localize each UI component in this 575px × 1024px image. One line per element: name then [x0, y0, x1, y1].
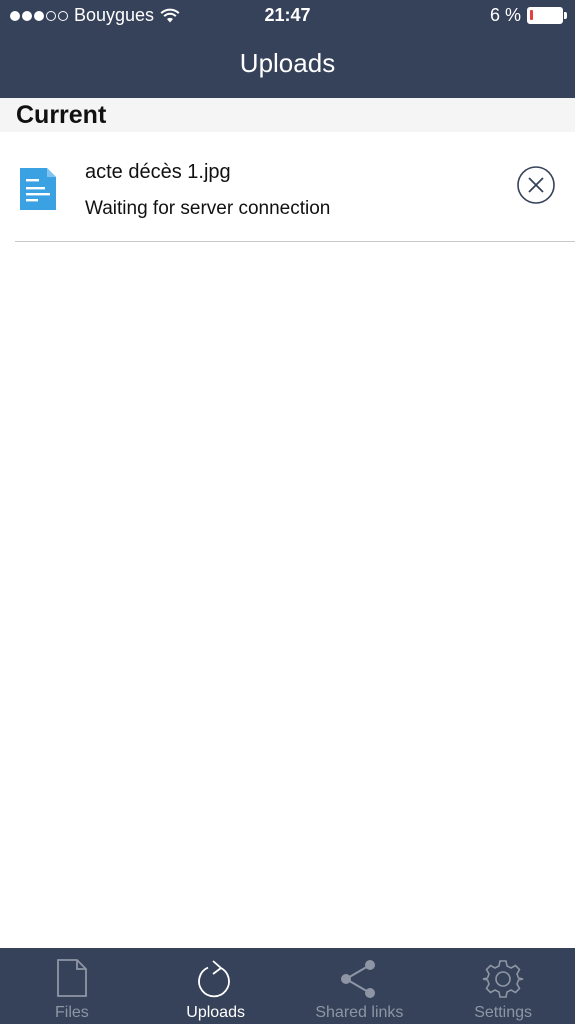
- section-title: Current: [16, 101, 107, 129]
- upload-filename: acte décès 1.jpg: [85, 161, 231, 183]
- gear-icon: [482, 960, 524, 998]
- tab-label: Uploads: [186, 1004, 245, 1021]
- tab-bar: Files Uploads Shared links Settings: [0, 948, 575, 1024]
- tab-label: Shared links: [315, 1004, 404, 1021]
- tab-uploads[interactable]: Uploads: [144, 948, 288, 1024]
- refresh-icon: [197, 960, 230, 998]
- share-icon: [341, 960, 376, 998]
- battery-indicator: 6 %: [490, 5, 567, 26]
- status-bar: Bouygues 21:47 6 %: [0, 0, 575, 32]
- row-divider: [15, 241, 575, 242]
- battery-percent: 6 %: [489, 5, 521, 25]
- tab-settings[interactable]: Settings: [431, 948, 575, 1024]
- battery-icon: [527, 7, 563, 24]
- tab-shared-links[interactable]: Shared links: [288, 948, 432, 1024]
- tab-files[interactable]: Files: [0, 948, 144, 1024]
- document-icon: [20, 168, 56, 210]
- section-header: Current: [0, 98, 575, 132]
- status-time: 21:47: [264, 5, 311, 25]
- upload-row[interactable]: acte décès 1.jpg Waiting for server conn…: [0, 132, 575, 242]
- tab-label: Settings: [474, 1004, 533, 1021]
- upload-status: Waiting for server connection: [85, 198, 331, 219]
- page-title: Uploads: [239, 48, 336, 78]
- file-icon: [56, 959, 87, 997]
- tab-label: Files: [54, 1004, 89, 1021]
- cancel-icon[interactable]: [516, 165, 556, 205]
- navigation-bar: Bouygues 21:47 6 % Uploads: [0, 0, 575, 98]
